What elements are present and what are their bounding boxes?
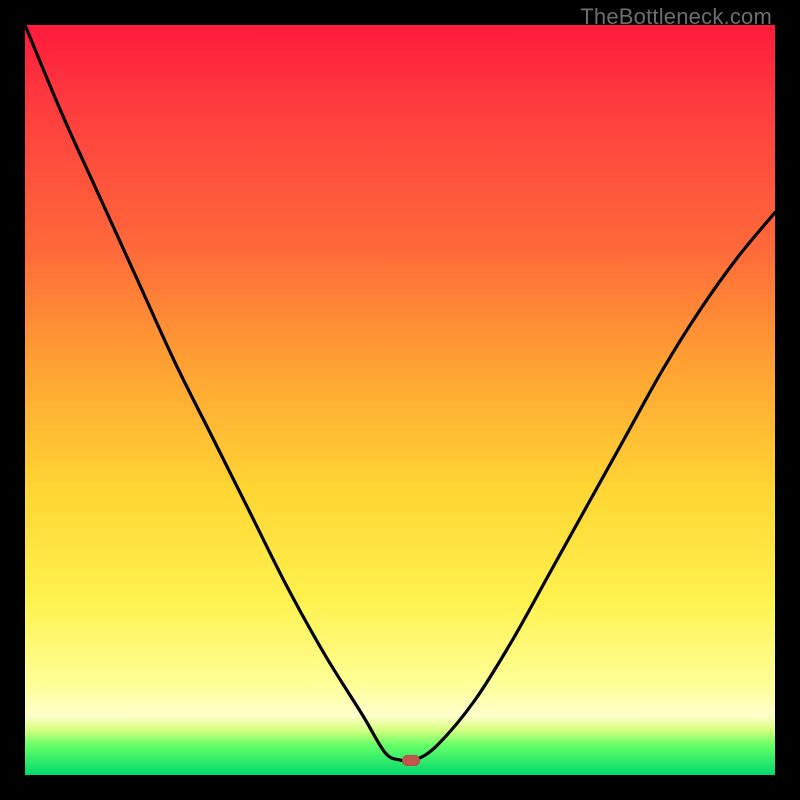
chart-frame: TheBottleneck.com bbox=[0, 0, 800, 800]
minimum-marker bbox=[402, 755, 420, 766]
plot-area bbox=[25, 25, 775, 775]
bottleneck-curve bbox=[25, 25, 775, 775]
